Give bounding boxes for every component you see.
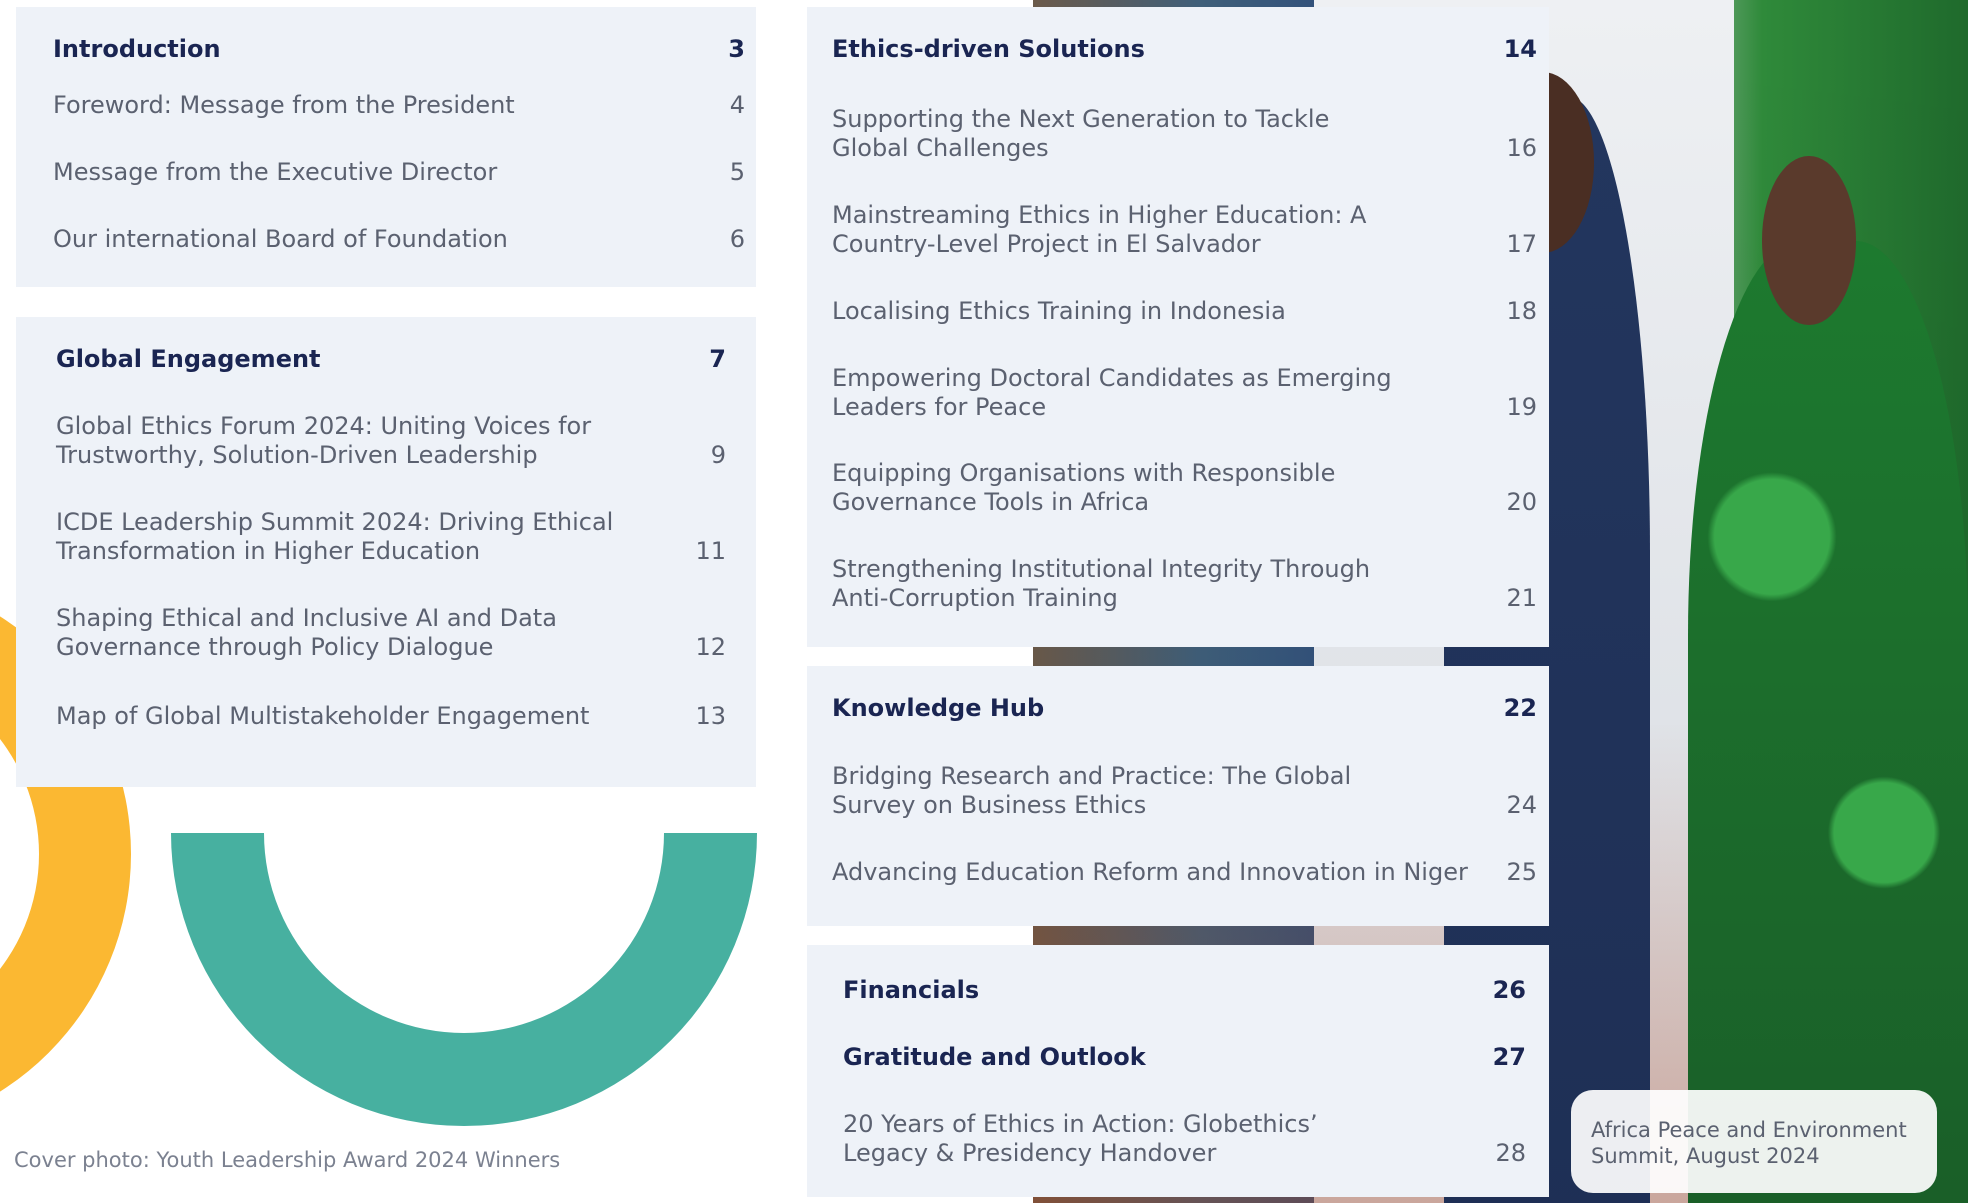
toc-item[interactable]: Mainstreaming Ethics in Higher Education… bbox=[832, 201, 1537, 259]
section-page: 22 bbox=[1503, 694, 1537, 722]
toc-item-title: Our international Board of Foundation bbox=[53, 225, 508, 253]
toc-item-page: 4 bbox=[729, 91, 745, 119]
section-title: Ethics-driven Solutions bbox=[832, 35, 1145, 63]
global-engagement-panel: Global Engagement 7 Global Ethics Forum … bbox=[16, 317, 756, 787]
toc-item-page: 16 bbox=[1506, 134, 1537, 162]
toc-item-title: Bridging Research and Practice: The Glob… bbox=[832, 762, 1352, 819]
section-page: 7 bbox=[709, 345, 726, 373]
toc-item-title: ICDE Leadership Summit 2024: Driving Eth… bbox=[56, 508, 614, 565]
section-title: Gratitude and Outlook bbox=[843, 1043, 1146, 1071]
toc-item-page: 28 bbox=[1495, 1139, 1526, 1167]
toc-item-page: 6 bbox=[729, 225, 745, 253]
teal-arc bbox=[171, 833, 757, 1126]
toc-section-knowledge-hub[interactable]: Knowledge Hub 22 bbox=[832, 694, 1537, 722]
toc-item-title: Shaping Ethical and Inclusive AI and Dat… bbox=[56, 604, 557, 661]
toc-item[interactable]: Message from the Executive Director 5 bbox=[53, 158, 745, 187]
toc-item-page: 12 bbox=[695, 633, 726, 661]
toc-item[interactable]: Shaping Ethical and Inclusive AI and Dat… bbox=[56, 604, 726, 662]
toc-item[interactable]: Empowering Doctoral Candidates as Emergi… bbox=[832, 364, 1537, 422]
toc-item-title: Foreword: Message from the President bbox=[53, 91, 515, 119]
toc-item[interactable]: Localising Ethics Training in Indonesia … bbox=[832, 297, 1537, 326]
toc-item-title: Empowering Doctoral Candidates as Emergi… bbox=[832, 364, 1392, 421]
section-title: Introduction bbox=[53, 35, 221, 63]
section-page: 27 bbox=[1492, 1043, 1526, 1071]
section-title: Financials bbox=[843, 976, 980, 1004]
toc-item-page: 11 bbox=[695, 537, 726, 565]
toc-item-page: 20 bbox=[1506, 488, 1537, 516]
toc-section-gratitude[interactable]: Gratitude and Outlook 27 bbox=[843, 1043, 1526, 1071]
toc-item-page: 13 bbox=[695, 702, 726, 730]
toc-item[interactable]: ICDE Leadership Summit 2024: Driving Eth… bbox=[56, 508, 726, 566]
toc-item-page: 21 bbox=[1506, 584, 1537, 612]
toc-item[interactable]: Equipping Organisations with Responsible… bbox=[832, 459, 1537, 517]
toc-item[interactable]: Advancing Education Reform and Innovatio… bbox=[832, 858, 1537, 887]
photo-caption: Africa Peace and Environment Summit, Aug… bbox=[1571, 1090, 1937, 1193]
knowledge-hub-panel: Knowledge Hub 22 Bridging Research and P… bbox=[807, 666, 1549, 926]
introduction-panel: Introduction 3 Foreword: Message from th… bbox=[16, 7, 756, 287]
toc-item-title: Advancing Education Reform and Innovatio… bbox=[832, 858, 1468, 886]
toc-item-page: 18 bbox=[1506, 297, 1537, 325]
toc-item[interactable]: Supporting the Next Generation to Tackle… bbox=[832, 105, 1537, 163]
toc-item-title: Equipping Organisations with Responsible… bbox=[832, 459, 1336, 516]
toc-item[interactable]: Global Ethics Forum 2024: Uniting Voices… bbox=[56, 412, 726, 470]
cover-credit: Cover photo: Youth Leadership Award 2024… bbox=[14, 1148, 561, 1172]
toc-item-page: 17 bbox=[1506, 230, 1537, 258]
section-page: 26 bbox=[1492, 976, 1526, 1004]
toc-item-title: 20 Years of Ethics in Action: Globethics… bbox=[843, 1110, 1318, 1167]
ethics-driven-panel: Ethics-driven Solutions 14 Supporting th… bbox=[807, 7, 1549, 647]
toc-item[interactable]: Bridging Research and Practice: The Glob… bbox=[832, 762, 1537, 820]
toc-section-global-engagement[interactable]: Global Engagement 7 bbox=[56, 345, 726, 373]
toc-item[interactable]: Strengthening Institutional Integrity Th… bbox=[832, 555, 1537, 613]
toc-item-title: Strengthening Institutional Integrity Th… bbox=[832, 555, 1371, 612]
toc-item[interactable]: Map of Global Multistakeholder Engagemen… bbox=[56, 702, 726, 731]
toc-item-page: 25 bbox=[1506, 858, 1537, 886]
toc-item-page: 24 bbox=[1506, 791, 1537, 819]
financials-panel: Financials 26 Gratitude and Outlook 27 2… bbox=[807, 945, 1549, 1197]
toc-item-title: Supporting the Next Generation to Tackle… bbox=[832, 105, 1330, 162]
section-page: 14 bbox=[1503, 35, 1537, 63]
section-title: Global Engagement bbox=[56, 345, 321, 373]
toc-item-page: 19 bbox=[1506, 393, 1537, 421]
section-page: 3 bbox=[728, 35, 745, 63]
toc-item-page: 9 bbox=[710, 441, 726, 469]
toc-item-title: Global Ethics Forum 2024: Uniting Voices… bbox=[56, 412, 592, 469]
toc-item-title: Map of Global Multistakeholder Engagemen… bbox=[56, 702, 590, 730]
toc-item[interactable]: Our international Board of Foundation 6 bbox=[53, 225, 745, 254]
toc-section-introduction[interactable]: Introduction 3 bbox=[53, 35, 745, 63]
section-title: Knowledge Hub bbox=[832, 694, 1045, 722]
toc-item-title: Mainstreaming Ethics in Higher Education… bbox=[832, 201, 1367, 258]
toc-section-ethics-driven[interactable]: Ethics-driven Solutions 14 bbox=[832, 35, 1537, 63]
toc-item-page: 5 bbox=[729, 158, 745, 186]
toc-item[interactable]: Foreword: Message from the President 4 bbox=[53, 91, 745, 120]
toc-item-title: Message from the Executive Director bbox=[53, 158, 498, 186]
toc-item[interactable]: 20 Years of Ethics in Action: Globethics… bbox=[843, 1110, 1526, 1168]
toc-item-title: Localising Ethics Training in Indonesia bbox=[832, 297, 1286, 325]
toc-section-financials[interactable]: Financials 26 bbox=[843, 976, 1526, 1004]
